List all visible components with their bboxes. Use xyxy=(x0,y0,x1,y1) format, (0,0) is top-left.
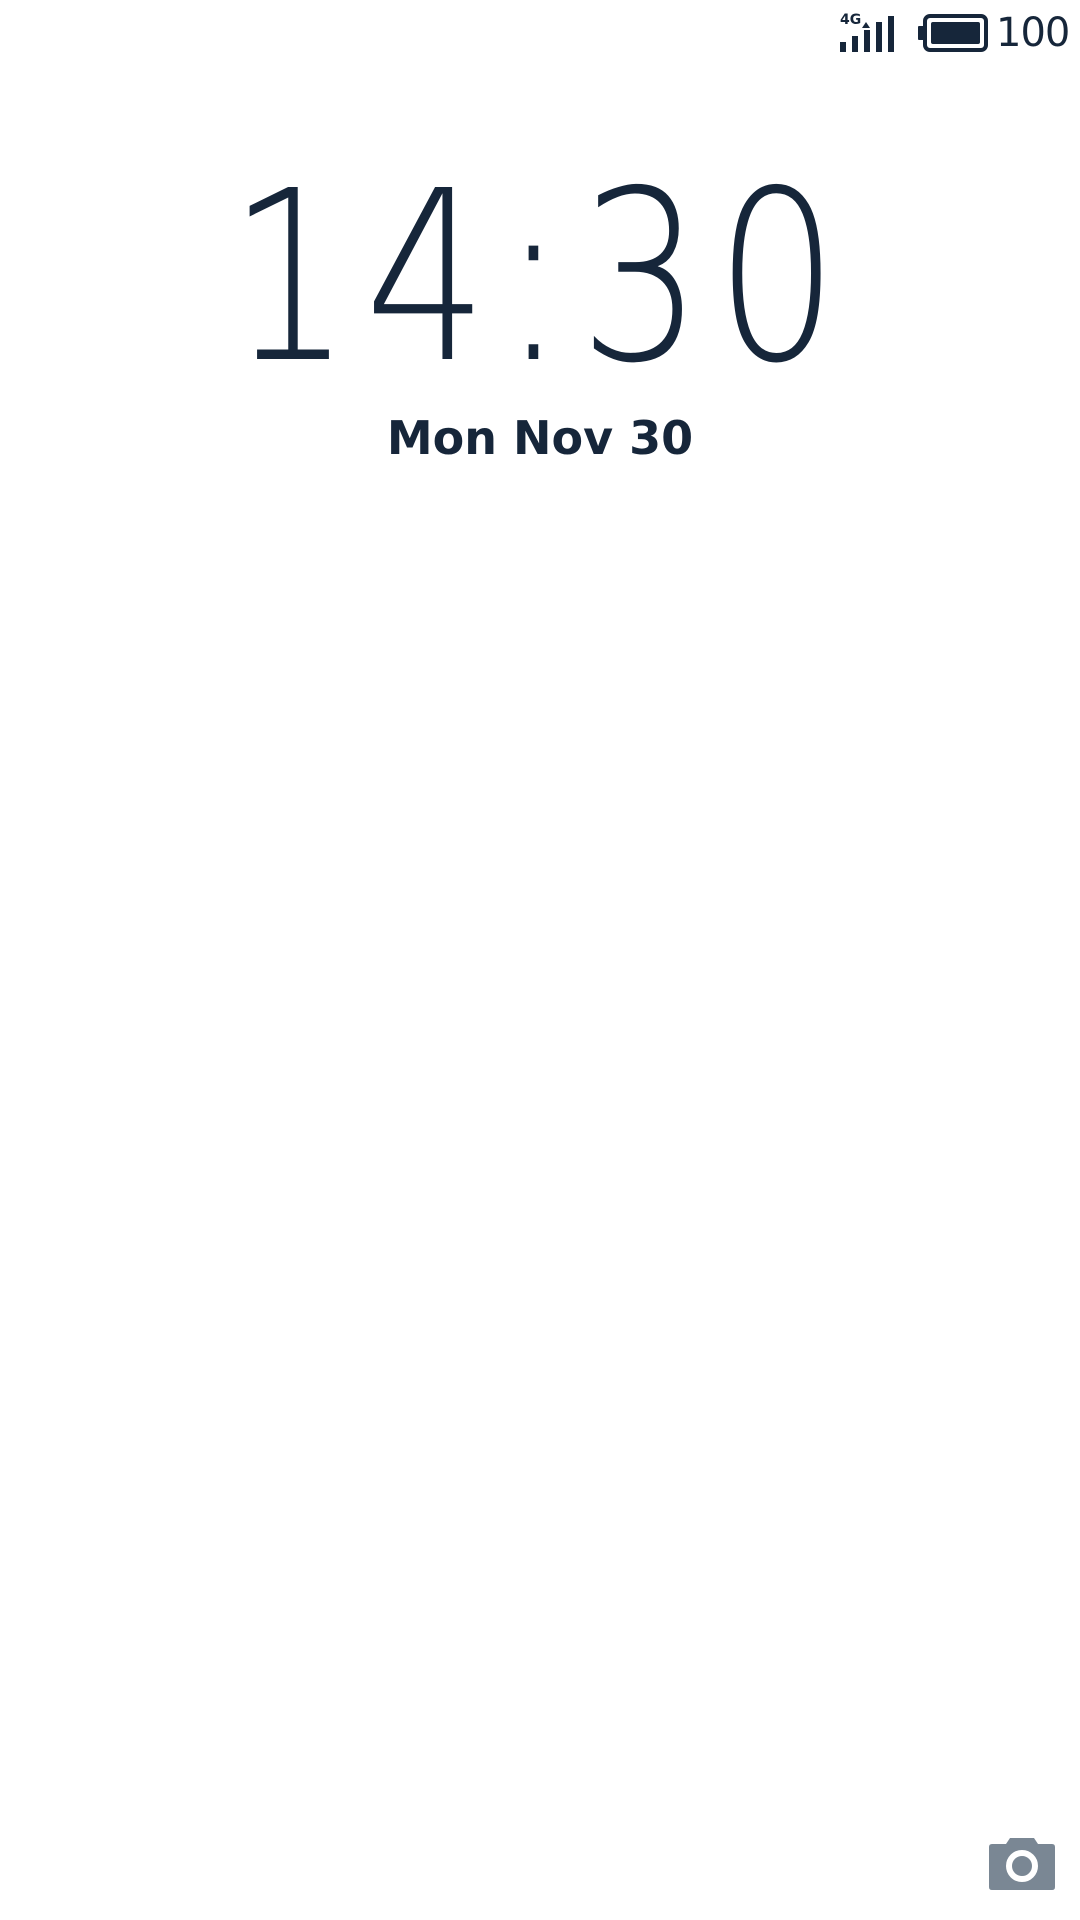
camera-shortcut-button[interactable] xyxy=(988,1832,1056,1892)
cellular-signal-icon: 4G xyxy=(836,12,898,54)
lock-screen-clock: 14:30 xyxy=(228,140,852,415)
camera-icon xyxy=(989,1838,1055,1890)
battery-percentage: 100 xyxy=(996,10,1070,56)
lock-screen-date: Mon Nov 30 xyxy=(386,411,694,465)
battery-full-icon xyxy=(918,14,988,52)
status-bar: 4G 100 xyxy=(0,0,1080,72)
